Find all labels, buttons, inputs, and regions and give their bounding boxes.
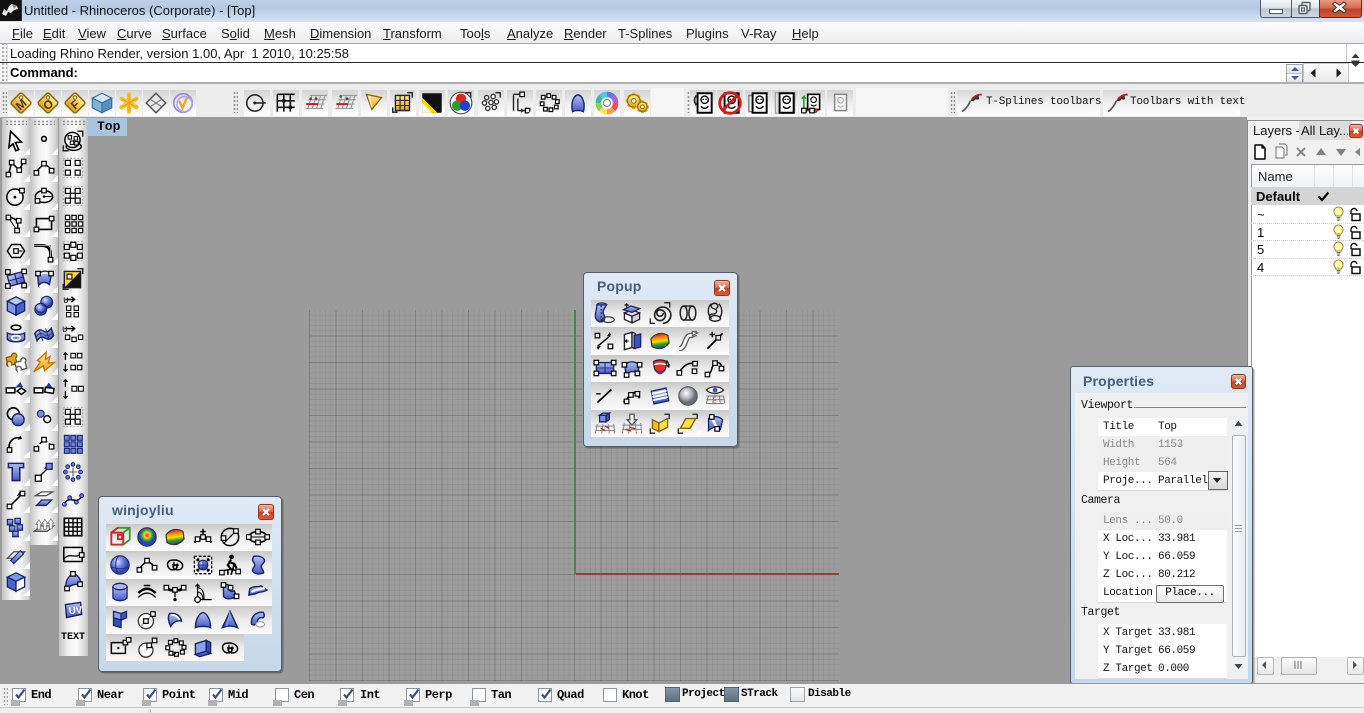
svg-text:U: U bbox=[63, 296, 68, 306]
svg-text:UV: UV bbox=[68, 605, 83, 617]
svg-text:U: U bbox=[62, 325, 67, 335]
